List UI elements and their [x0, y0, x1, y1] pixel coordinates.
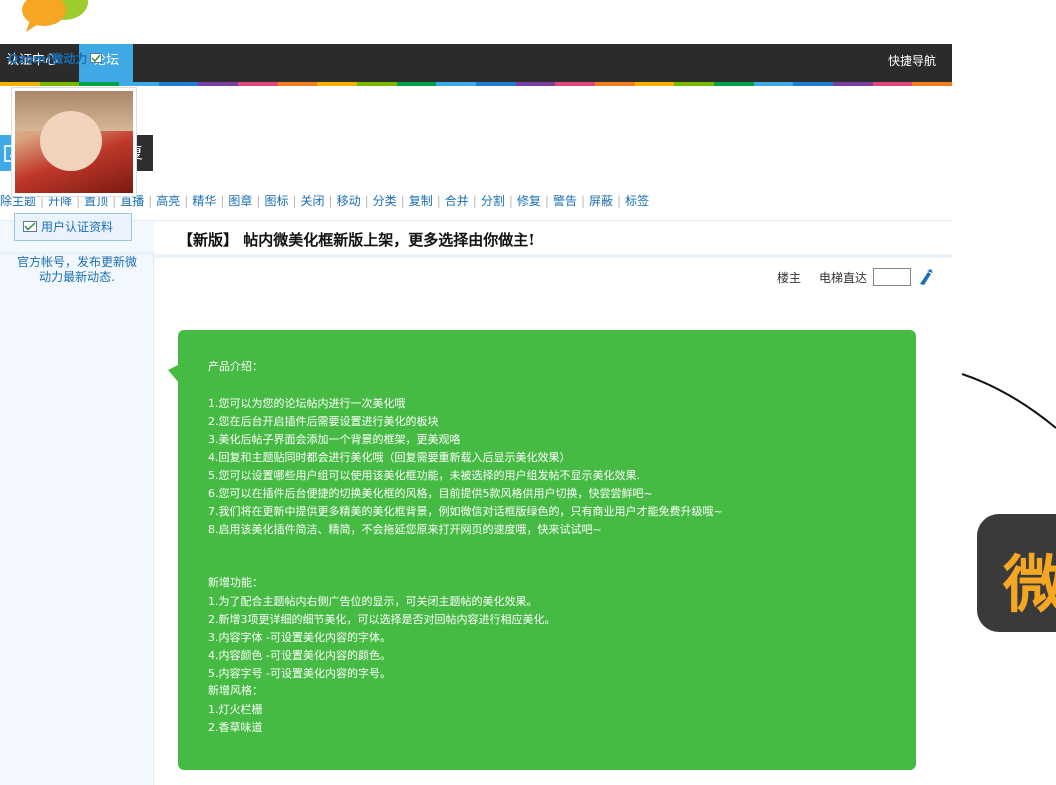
- new-feature-line: 2.新增3项更详细的细节美化，可以选择是否对回帖内容进行相应美化。: [208, 613, 556, 626]
- mod-tool-link[interactable]: 警告: [553, 194, 577, 208]
- site-logo[interactable]: [18, 0, 88, 33]
- mod-tool-link[interactable]: 精华: [192, 194, 216, 208]
- color-strip-segment: [119, 82, 159, 86]
- mod-tool-link[interactable]: 图章: [228, 194, 252, 208]
- author-name-text: Qzom!微动力: [8, 52, 88, 66]
- intro-line: 6.您可以在插件后台便捷的切换美化框的风格，目前提供5款风格供用户切换，快尝尝鲜…: [208, 487, 653, 500]
- intro-line: 4.回复和主题贴同时都会进行美化哦（回复需要重新载入后显示美化效果）: [208, 451, 571, 464]
- mod-tool-link[interactable]: 标签: [625, 194, 649, 208]
- toolbar-separator: |: [148, 194, 153, 208]
- intro-heading: 产品介绍：: [208, 360, 263, 373]
- color-strip-segment: [634, 82, 675, 86]
- color-strip-segment: [793, 82, 834, 86]
- color-strip-segment: [674, 82, 715, 86]
- toolbar-separator: |: [400, 194, 405, 208]
- badge-char: 微: [1003, 548, 1056, 621]
- color-strip-segment: [912, 82, 953, 86]
- color-strip-segment: [833, 82, 873, 86]
- intro-line: 7.我们将在更新中提供更多精美的美化框背景，例如微信对话框版绿色的，只有商业用户…: [208, 505, 723, 518]
- intro-line: 3.美化后帖子界面会添加一个背景的框架，更美观咯: [208, 433, 461, 446]
- color-strip-segment: [555, 82, 596, 86]
- toolbar-separator: |: [292, 194, 297, 208]
- quick-nav-link[interactable]: 快捷导航: [888, 44, 936, 82]
- author-note: 官方帐号，发布更新微动力最新动态.: [16, 255, 137, 284]
- color-strip-segment: [79, 82, 120, 86]
- color-strip-segment: [198, 82, 239, 86]
- color-strip-segment: [0, 82, 40, 86]
- toolbar-separator: |: [472, 194, 477, 208]
- decor-slash: [961, 373, 1056, 429]
- color-strip-segment: [277, 82, 318, 86]
- color-strip-segment: [872, 82, 913, 86]
- mod-tool-link[interactable]: 移动: [337, 194, 361, 208]
- intro-line: 8.启用该美化插件简洁、精简，不会拖延您原来打开网页的速度哦，快来试试吧~: [208, 523, 602, 536]
- author-avatar[interactable]: [11, 87, 137, 197]
- verify-button-label: 用户认证资料: [41, 220, 114, 234]
- color-strip-segment: [714, 82, 754, 86]
- toolbar-separator: |: [184, 194, 189, 208]
- color-strip-segment: [357, 82, 397, 86]
- mod-tool-link[interactable]: 复制: [409, 194, 433, 208]
- avatar-photo: [15, 91, 133, 193]
- new-features-heading: 新增功能：: [208, 576, 263, 589]
- new-style-heading: 新增风格：: [208, 684, 263, 697]
- mod-tool-link[interactable]: 关闭: [301, 194, 325, 208]
- color-strip-segment: [476, 82, 516, 86]
- author-sidebar: [0, 221, 154, 785]
- jump-label: 电梯直达: [818, 270, 867, 285]
- new-feature-line: 3.内容字体 -可设置美化内容的字体。: [208, 631, 391, 644]
- intro-line: 2.您在后台开启插件后需要设置进行美化的板块: [208, 415, 439, 428]
- toolbar-separator: |: [508, 194, 513, 208]
- toolbar-separator: |: [617, 194, 622, 208]
- mod-tool-link[interactable]: 分割: [481, 194, 505, 208]
- user-verify-button[interactable]: 用户认证资料: [14, 213, 132, 241]
- color-strip-segment: [317, 82, 358, 86]
- floor-jump-input[interactable]: [873, 268, 911, 286]
- toolbar-separator: |: [256, 194, 261, 208]
- color-strip-segment: [595, 82, 635, 86]
- color-strip-segment: [396, 82, 437, 86]
- color-strip-segment: [515, 82, 556, 86]
- nav-color-strip: [0, 82, 953, 86]
- toolbar-separator: |: [544, 194, 549, 208]
- post-title: 【新版】 帖内微美化框新版上架，更多选择由你做主!: [178, 231, 535, 249]
- toolbar-separator: |: [220, 194, 225, 208]
- intro-line: 1.您可以为您的论坛帖内进行一次美化哦: [208, 397, 406, 410]
- toolbar-separator: |: [580, 194, 585, 208]
- color-strip-segment: [238, 82, 278, 86]
- top-navbar: 认证中心 论坛 快捷导航: [0, 44, 952, 82]
- intro-line: 5.您可以设置哪些用户组可以使用该美化框功能，未被选择的用户组发帖不显示美化效果…: [208, 469, 640, 482]
- new-feature-line: 4.内容颜色 -可设置美化内容的颜色。: [208, 649, 391, 662]
- toolbar-separator: |: [364, 194, 369, 208]
- floor-bar: 楼主 电梯直达: [777, 266, 935, 288]
- mod-tool-link[interactable]: 修复: [517, 194, 541, 208]
- jump-icon[interactable]: [917, 268, 935, 286]
- mod-tool-link[interactable]: 图标: [264, 194, 288, 208]
- new-style-line: 1.灯火栏栅: [208, 703, 263, 716]
- mod-tool-link[interactable]: 合并: [445, 194, 469, 208]
- title-divider: [154, 254, 952, 258]
- mod-tool-link[interactable]: 高亮: [156, 194, 180, 208]
- color-strip-segment: [436, 82, 477, 86]
- new-feature-line: 1.为了配合主题帖内右侧广告位的显示，可关闭主题帖的美化效果。: [208, 595, 538, 608]
- color-strip-segment: [39, 82, 80, 86]
- verify-icon: [90, 53, 103, 63]
- author-name[interactable]: Qzom!微动力: [8, 50, 103, 67]
- verify-icon: [23, 221, 37, 232]
- mod-tool-link[interactable]: 分类: [373, 194, 397, 208]
- floating-badge[interactable]: 微: [977, 514, 1056, 632]
- new-feature-line: 5.内容字号 -可设置美化内容的字号。: [208, 667, 391, 680]
- toolbar-separator: |: [436, 194, 441, 208]
- toolbar-separator: |: [328, 194, 333, 208]
- floor-label: 楼主: [776, 270, 801, 285]
- color-strip-segment: [753, 82, 794, 86]
- color-strip-segment: [158, 82, 199, 86]
- new-style-line: 2.香草味道: [208, 721, 263, 734]
- mod-tool-link[interactable]: 屏蔽: [589, 194, 613, 208]
